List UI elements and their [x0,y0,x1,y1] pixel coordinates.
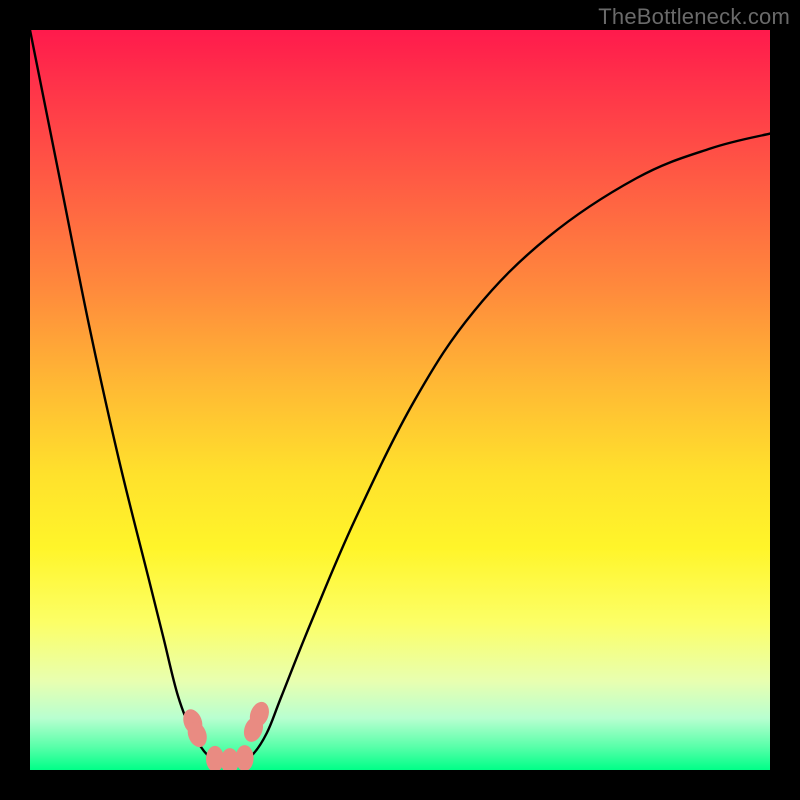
plot-area [30,30,770,770]
watermark-text: TheBottleneck.com [598,4,790,30]
curve-markers [180,699,272,770]
chart-frame: TheBottleneck.com [0,0,800,800]
curve-layer [30,30,770,770]
bottom-marker-3 [236,745,254,770]
bottleneck-curve [30,30,770,763]
